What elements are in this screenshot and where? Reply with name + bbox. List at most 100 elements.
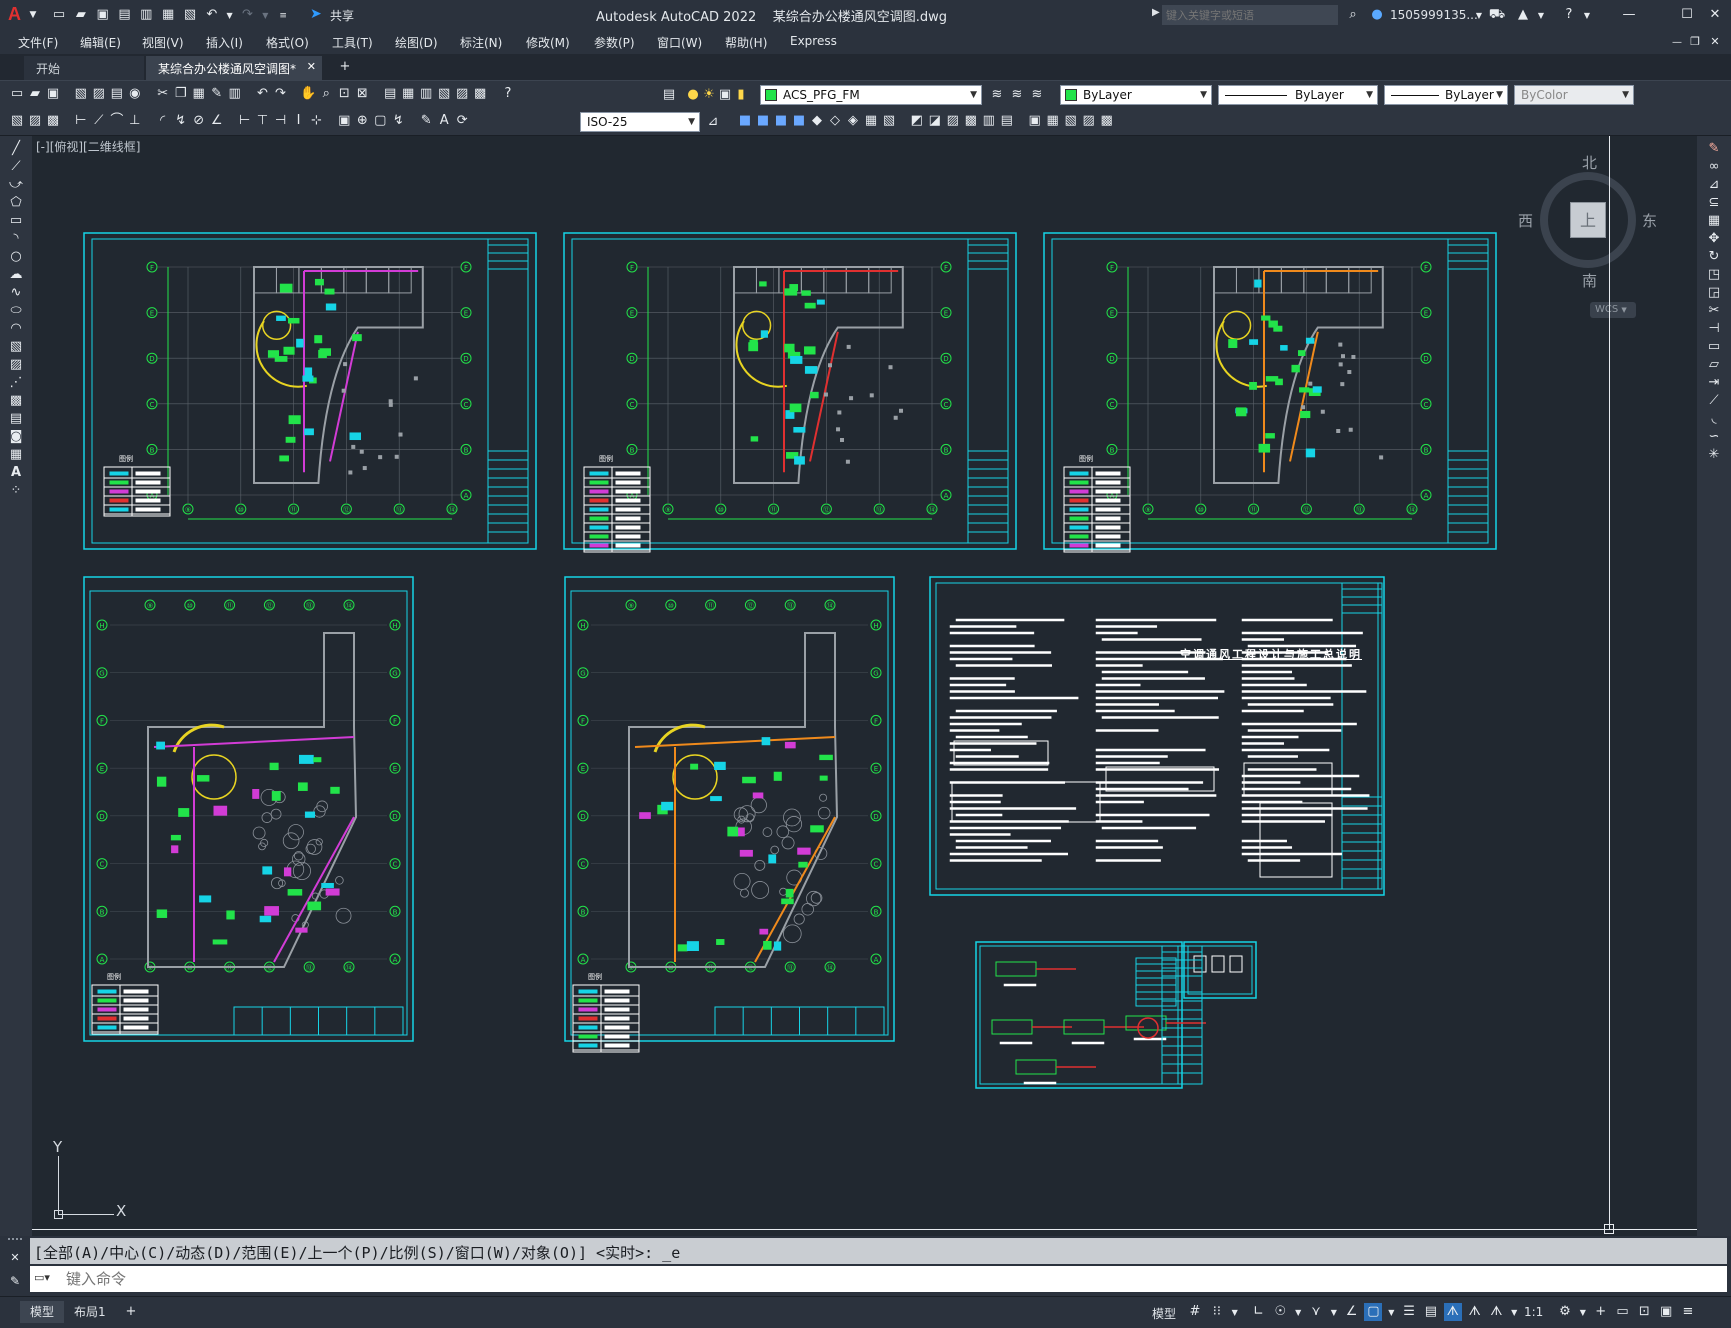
dim-space-icon[interactable]: Ⅰ: [289, 112, 307, 130]
match-properties-icon[interactable]: ✎: [208, 85, 226, 103]
search-input[interactable]: [1162, 5, 1338, 25]
auto-scale-icon[interactable]: ᗑ: [1487, 1303, 1505, 1321]
dim-text-edit-icon[interactable]: A: [435, 112, 453, 130]
paste-icon[interactable]: ▦: [190, 85, 208, 103]
menu-item-modify[interactable]: 修改(M): [526, 34, 570, 51]
radius-dim-icon[interactable]: ◜: [154, 112, 172, 130]
scale-icon[interactable]: ◆: [808, 112, 826, 130]
field-icon[interactable]: ▩: [1098, 112, 1116, 130]
ungroup-icon[interactable]: ▩: [44, 112, 62, 130]
undo-icon[interactable]: ↶: [203, 6, 221, 24]
polar-dropdown-icon[interactable]: ▼: [1293, 1304, 1303, 1322]
redo-dropdown-icon[interactable]: ▼: [260, 7, 270, 25]
break-icon[interactable]: ▧: [880, 112, 898, 130]
tab-start[interactable]: 开始: [24, 56, 144, 80]
minimize-icon[interactable]: —: [1620, 6, 1638, 24]
break-at-point-icon[interactable]: ▭: [1705, 338, 1723, 356]
annotation-visibility-icon[interactable]: ᗑ: [1466, 1303, 1484, 1321]
group-icon[interactable]: ▨: [26, 112, 44, 130]
iso-dropdown-icon[interactable]: ▼: [1329, 1304, 1339, 1322]
polygon-icon[interactable]: ⬠: [7, 194, 25, 212]
dimstyle-manager-icon[interactable]: ⊿: [704, 113, 722, 131]
help-icon[interactable]: ?: [1560, 6, 1578, 24]
command-prompt-icon[interactable]: ▭▾: [34, 1271, 50, 1284]
mirror-side-icon[interactable]: ⊿: [1705, 176, 1723, 194]
explode-icon[interactable]: ▨: [944, 112, 962, 130]
quick-dim-icon[interactable]: ⊢: [235, 112, 253, 130]
menu-item-insert[interactable]: 插入(I): [206, 34, 243, 51]
3d-print-icon[interactable]: ◉: [126, 85, 144, 103]
layer-dropdown[interactable]: ACS_PFG_FM ▼: [760, 85, 982, 105]
maximize-icon[interactable]: ☐: [1678, 6, 1696, 24]
new-file-icon[interactable]: ▭: [50, 6, 68, 24]
polyline-icon[interactable]: ⤻: [7, 176, 25, 194]
lineweight-display-icon[interactable]: ☰: [1400, 1303, 1418, 1321]
command-input[interactable]: [66, 1268, 1666, 1290]
command-grip-icon[interactable]: [8, 1238, 22, 1244]
autodesk-app-icon[interactable]: ▲: [1514, 6, 1532, 24]
publish-icon[interactable]: ▤: [108, 85, 126, 103]
rectangle-icon[interactable]: ▭: [7, 212, 25, 230]
table-icon[interactable]: ▦: [7, 446, 25, 464]
ellipse-icon[interactable]: ⬭: [7, 302, 25, 320]
menu-item-window[interactable]: 窗口(W): [657, 34, 702, 51]
menu-item-edit[interactable]: 编辑(E): [80, 34, 121, 51]
extend-side-icon[interactable]: ⊣: [1705, 320, 1723, 338]
polar-icon[interactable]: ☉: [1271, 1303, 1289, 1321]
move-side-icon[interactable]: ✥: [1705, 230, 1723, 248]
annotation-monitor-icon[interactable]: +: [1592, 1303, 1610, 1321]
center-mark-icon[interactable]: ⊕: [353, 112, 371, 130]
cart-icon[interactable]: ⛟: [1488, 6, 1506, 24]
break-side-icon[interactable]: ▱: [1705, 356, 1723, 374]
offset-side-icon[interactable]: ⊆: [1705, 194, 1723, 212]
customize-qat-icon[interactable]: ≡: [274, 7, 292, 25]
dim-update-icon[interactable]: ⟳: [453, 112, 471, 130]
open-file-icon[interactable]: ▰: [72, 6, 90, 24]
dim-break-icon[interactable]: ⊹: [307, 112, 325, 130]
scale-side-icon[interactable]: ◳: [1705, 266, 1723, 284]
pan-icon[interactable]: ✋: [299, 85, 317, 103]
share-icon[interactable]: ➤: [310, 6, 322, 22]
xref-icon[interactable]: ▨: [1080, 112, 1098, 130]
stretch-icon[interactable]: ◇: [826, 112, 844, 130]
zoom-window-icon[interactable]: ⊡: [335, 85, 353, 103]
command-input-row[interactable]: ▭▾: [30, 1266, 1727, 1292]
object-snap-tracking-icon[interactable]: ∠: [1343, 1303, 1361, 1321]
annotation-scale-icon[interactable]: ᗑ: [1443, 1303, 1462, 1321]
qnew-icon[interactable]: ▭: [8, 85, 26, 103]
jogged-linear-icon[interactable]: ↯: [389, 112, 407, 130]
user-name[interactable]: 1505999135...: [1390, 8, 1478, 22]
chamfer-icon[interactable]: ◩: [908, 112, 926, 130]
lineweight-dropdown[interactable]: ByLayer ▼: [1384, 85, 1508, 105]
menu-item-help[interactable]: 帮助(H): [725, 34, 767, 51]
rotate-side-icon[interactable]: ↻: [1705, 248, 1723, 266]
jogged-dim-icon[interactable]: ↯: [172, 112, 190, 130]
add-layout-icon[interactable]: +: [122, 1303, 140, 1321]
blend-curves-icon[interactable]: ∽: [1705, 428, 1723, 446]
doc-close-icon[interactable]: ✕: [1706, 33, 1724, 51]
offset-icon[interactable]: ▥: [980, 112, 998, 130]
markup-icon[interactable]: ▨: [453, 85, 471, 103]
zoom-realtime-icon[interactable]: ⌕: [317, 85, 335, 103]
linear-dim-icon[interactable]: ⊢: [72, 112, 90, 130]
color-dropdown[interactable]: ByLayer ▼: [1060, 85, 1212, 105]
workspace-dropdown-icon[interactable]: ▼: [1578, 1304, 1588, 1322]
osnap-dropdown-icon[interactable]: ▼: [1386, 1304, 1396, 1322]
save-icon[interactable]: ▣: [94, 6, 112, 24]
scale-dropdown-icon[interactable]: ▼: [1509, 1304, 1519, 1322]
layout-tab-layout1[interactable]: 布局1: [66, 1301, 114, 1323]
draw-order-icon[interactable]: ▧: [8, 112, 26, 130]
tab-close-icon[interactable]: ✕: [307, 60, 316, 73]
object-snap-icon[interactable]: ▢: [1364, 1303, 1383, 1321]
rotate-icon[interactable]: ■: [790, 112, 808, 130]
revision-cloud-icon[interactable]: ☁: [7, 266, 25, 284]
doc-restore-icon[interactable]: ❐: [1686, 33, 1704, 51]
doc-minimize-icon[interactable]: —: [1668, 34, 1686, 52]
properties-icon[interactable]: ▤: [381, 85, 399, 103]
ortho-icon[interactable]: ∟: [1249, 1303, 1267, 1321]
annotation-scale-value[interactable]: 1:1: [1524, 1305, 1543, 1319]
new-tab-icon[interactable]: +: [336, 58, 354, 76]
arc-icon[interactable]: ◝: [7, 230, 25, 248]
zoom-previous-icon[interactable]: ⊠: [353, 85, 371, 103]
help-toolbar-icon[interactable]: ?: [499, 85, 517, 103]
